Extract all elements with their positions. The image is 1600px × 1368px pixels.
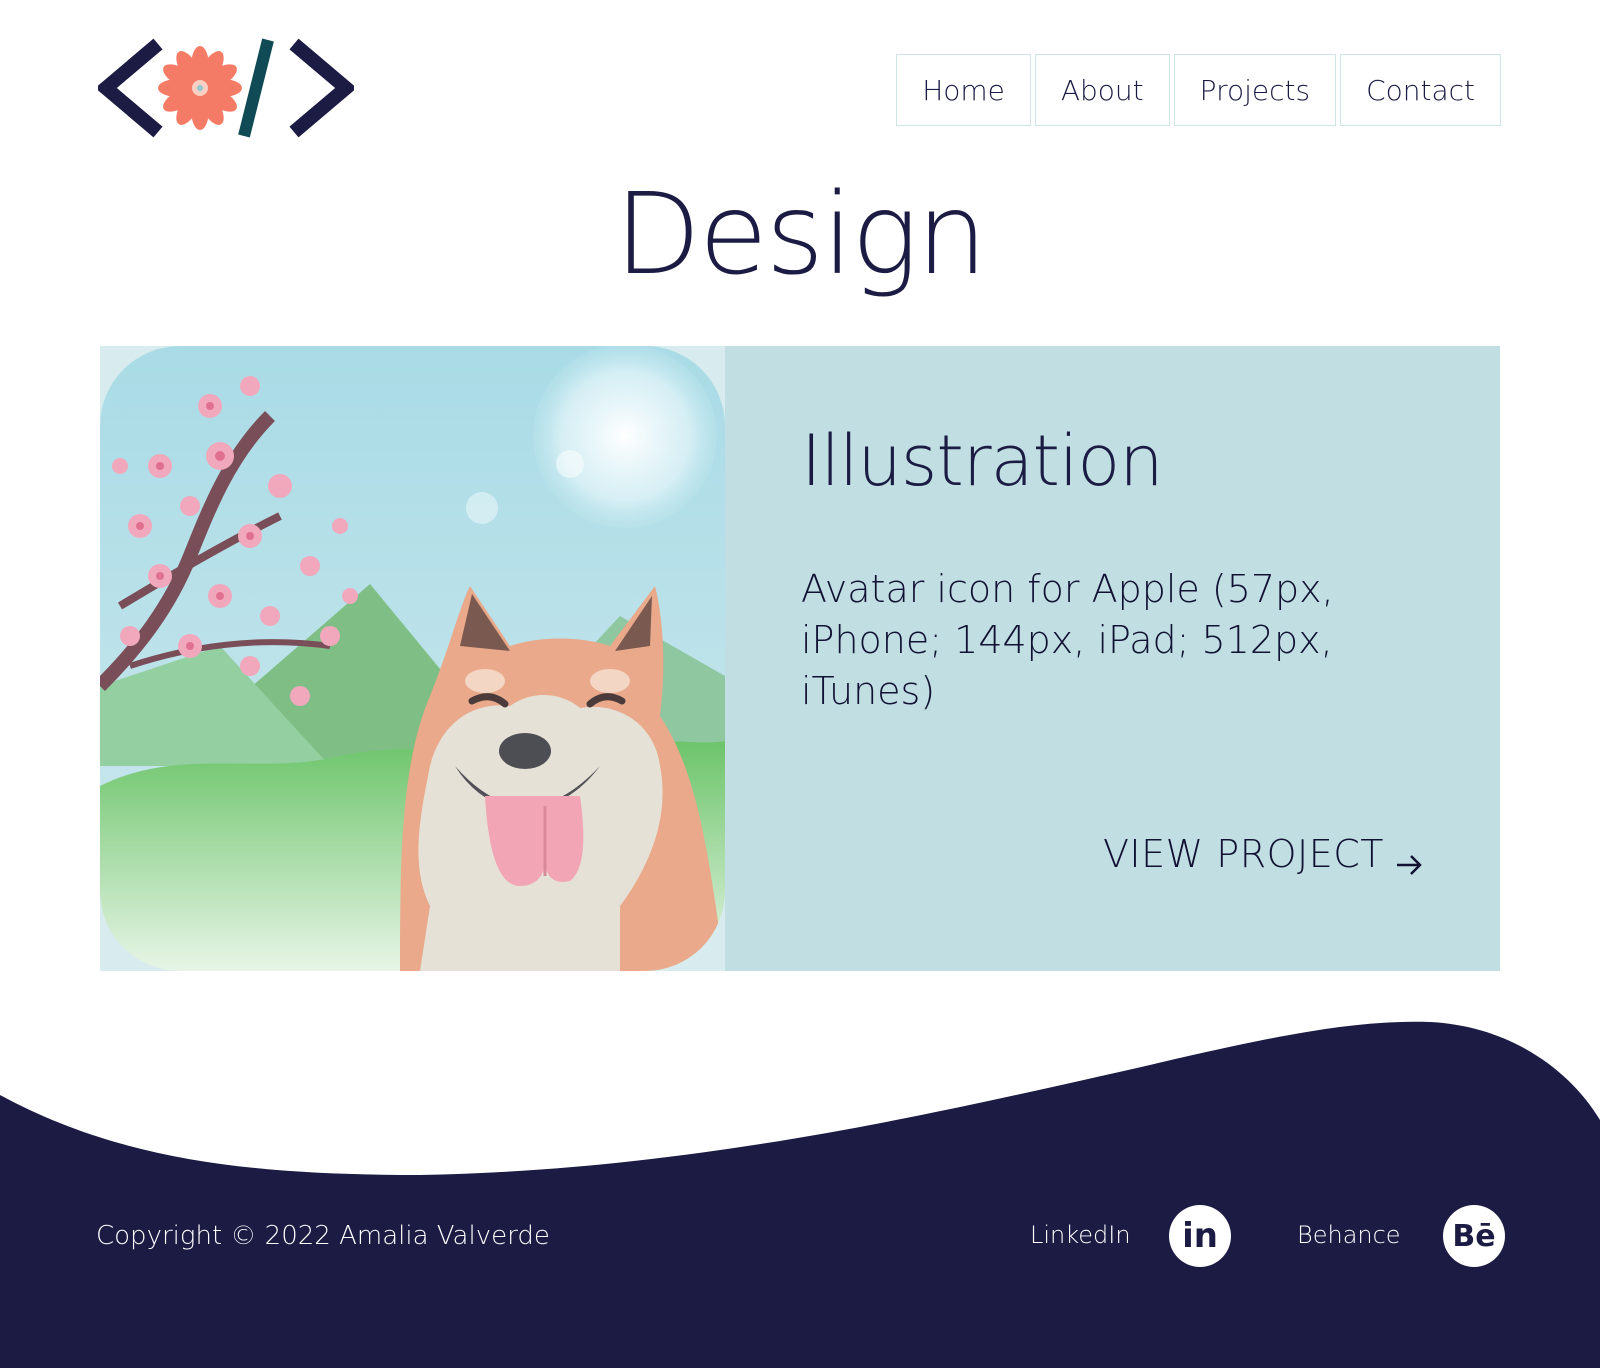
logo-code-flower-icon	[95, 38, 357, 138]
nav-about[interactable]: About	[1034, 54, 1170, 126]
behance-icon[interactable]: Bē	[1443, 1205, 1505, 1267]
arrow-right-icon	[1394, 842, 1424, 875]
main-nav: Home About Projects Contact	[896, 54, 1501, 126]
nav-home[interactable]: Home	[896, 54, 1031, 126]
view-project-label: VIEW PROJECT	[1102, 832, 1384, 876]
footer-background	[0, 1021, 1600, 1368]
project-card: Illustration Avatar icon for Apple (57px…	[100, 346, 1500, 971]
project-image[interactable]	[100, 346, 725, 971]
page-title: Design	[614, 170, 988, 300]
view-project-link[interactable]: VIEW PROJECT	[1103, 832, 1424, 876]
project-description: Avatar icon for Apple (57px, iPhone; 144…	[801, 567, 1334, 713]
nav-projects[interactable]: Projects	[1173, 54, 1337, 126]
behance-glyph: Bē	[1452, 1218, 1496, 1254]
linkedin-link[interactable]: LinkedIn	[1030, 1221, 1131, 1249]
logo[interactable]	[95, 36, 357, 140]
nav-contact[interactable]: Contact	[1340, 54, 1501, 126]
linkedin-glyph: in	[1182, 1216, 1218, 1256]
behance-link[interactable]: Behance	[1297, 1221, 1401, 1249]
project-title: Illustration	[801, 420, 1164, 502]
page: Home About Projects Contact Design Illus…	[0, 0, 1600, 1368]
linkedin-icon[interactable]: in	[1169, 1205, 1231, 1267]
shiba-illustration	[100, 346, 725, 971]
copyright-text: Copyright © 2022 Amalia Valverde	[96, 1221, 550, 1251]
project-card-body: Illustration Avatar icon for Apple (57px…	[725, 346, 1500, 971]
